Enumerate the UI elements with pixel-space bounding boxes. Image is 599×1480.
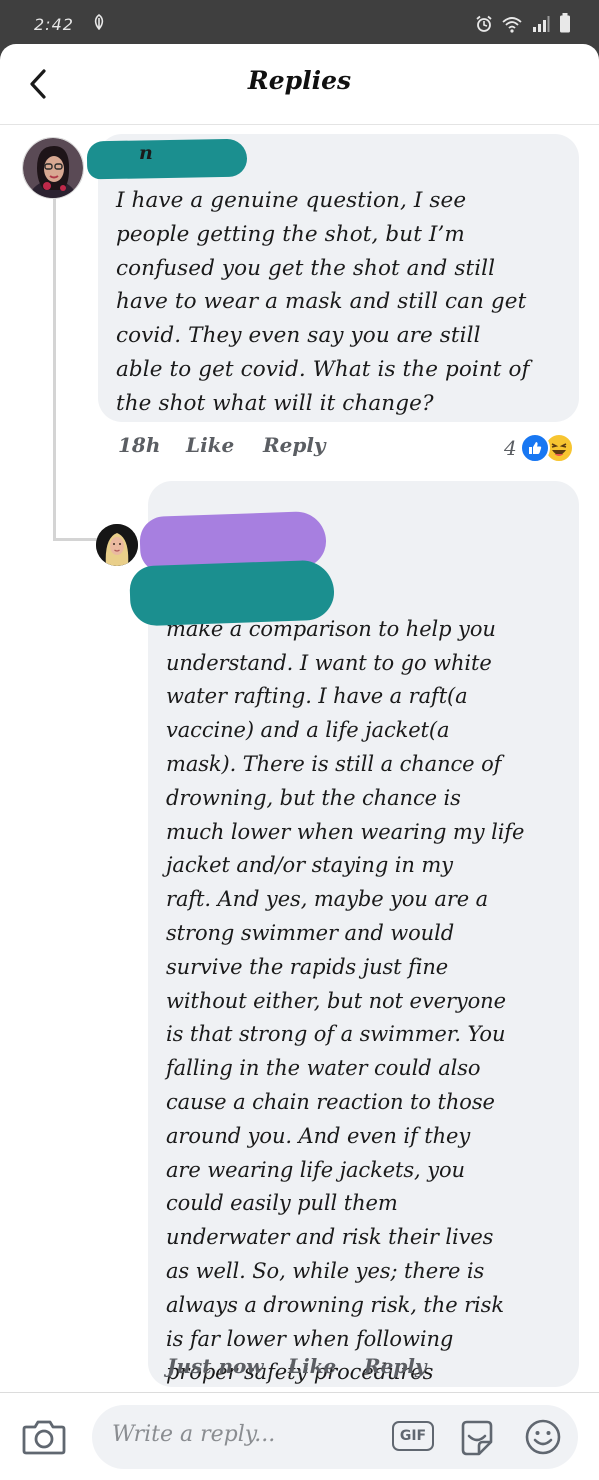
reaction-summary[interactable]: 4	[504, 432, 574, 464]
emoji-icon	[525, 1419, 561, 1455]
gif-button[interactable]: GIF	[392, 1421, 434, 1451]
like-button[interactable]: Like	[288, 1354, 336, 1378]
system-icons	[475, 13, 571, 37]
sticker-icon	[461, 1420, 493, 1456]
reply-button[interactable]: Reply	[263, 433, 326, 457]
like-button[interactable]: Like	[186, 433, 234, 457]
reaction-count: 4	[504, 436, 517, 460]
status-time: 2:42	[34, 15, 74, 34]
replies-sheet: Replies I have a genuine question, I see…	[0, 44, 599, 1480]
leaf-notification-icon	[92, 13, 106, 34]
signal-icon	[533, 16, 550, 32]
redacted-author-name	[86, 138, 248, 180]
wifi-icon	[502, 17, 523, 33]
comment-time: 18h	[118, 433, 161, 457]
emoji-button[interactable]	[524, 1418, 562, 1456]
avatar[interactable]	[96, 524, 138, 566]
author-name-fragment[interactable]: n	[139, 142, 153, 164]
reply-input[interactable]: Write a reply... GIF	[92, 1405, 578, 1469]
redacted-author-name	[129, 559, 335, 627]
thread-connector	[53, 198, 56, 541]
reply-input-placeholder: Write a reply...	[112, 1422, 276, 1447]
avatar[interactable]	[22, 137, 84, 199]
alarm-icon	[476, 15, 492, 32]
sticker-button[interactable]	[457, 1418, 497, 1458]
status-bar: 2:42	[0, 0, 599, 44]
camera-button[interactable]	[22, 1417, 70, 1457]
page-title: Replies	[247, 66, 352, 95]
camera-icon	[22, 1420, 66, 1455]
battery-icon	[560, 13, 570, 33]
reply-text: let me try and make a comparison to help…	[166, 583, 525, 1385]
like-reaction-icon	[519, 433, 550, 463]
reply-button[interactable]: Reply	[364, 1354, 427, 1378]
header: Replies	[0, 44, 599, 125]
thread-connector-branch	[53, 538, 97, 541]
comment-text: I have a genuine question, I see people …	[116, 188, 530, 416]
reply-time: Just now	[167, 1354, 264, 1378]
reply-composer: Write a reply... GIF	[0, 1392, 599, 1480]
